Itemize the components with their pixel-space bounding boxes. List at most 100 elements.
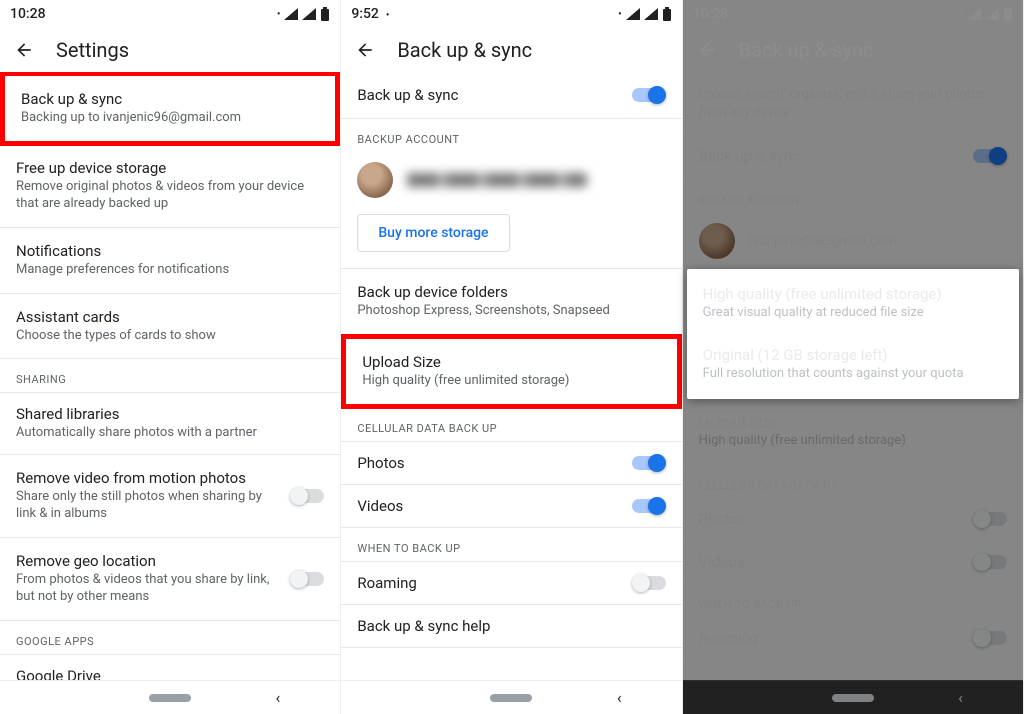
toggle-cellular-videos[interactable] <box>632 497 666 515</box>
setting-cellular-videos[interactable]: Videos <box>341 485 681 528</box>
section-header-when: When to Back Up <box>683 584 1023 617</box>
setting-title: Back up device folders <box>357 283 665 301</box>
setting-device-folders[interactable]: Back up device folders Photoshop Express… <box>341 269 681 335</box>
status-time: 10:28 <box>693 6 729 22</box>
setting-upload-size[interactable]: Upload Size High quality (free unlimited… <box>341 334 681 409</box>
setting-backup-sync[interactable]: Back up & sync Backing up to ivanjenic96… <box>0 72 340 146</box>
signal-icon <box>284 8 298 20</box>
status-bar: 9:52 • • <box>341 0 681 28</box>
toggle-remove-video[interactable] <box>290 487 324 505</box>
setting-upload-size: Upload Size High quality (free unlimited… <box>683 399 1023 465</box>
option-original[interactable]: Original (12 GB storage left) Full resol… <box>687 334 1019 395</box>
nav-back-icon[interactable]: ‹ <box>617 688 622 707</box>
setting-subtitle: Backing up to ivanjenic96@gmail.com <box>21 110 319 127</box>
setting-title: Google Drive <box>16 667 280 680</box>
upload-size-dialog: High quality (free unlimited storage) Gr… <box>687 269 1019 399</box>
setting-subtitle: High quality (free unlimited storage) <box>699 433 1007 450</box>
setting-free-up-storage[interactable]: Free up device storage Remove original p… <box>0 145 340 228</box>
status-time: 9:52 <box>351 6 379 22</box>
setting-cellular-videos: Videos <box>683 541 1023 584</box>
nav-home-pill[interactable] <box>832 694 874 702</box>
option-high-quality[interactable]: High quality (free unlimited storage) Gr… <box>687 273 1019 334</box>
dot-icon: • <box>959 9 963 20</box>
back-arrow-icon[interactable] <box>697 40 717 60</box>
setting-title: Videos <box>357 497 621 515</box>
backup-settings-list: Back up & sync Backup Account Buy more s… <box>341 72 681 680</box>
back-arrow-icon[interactable] <box>14 40 34 60</box>
setting-title: Roaming <box>357 574 621 592</box>
setting-title: Upload Size <box>362 353 660 371</box>
nav-bar: ‹ <box>341 680 681 714</box>
toggle-cellular-videos <box>973 553 1007 571</box>
section-header-cellular: Cellular Data Back Up <box>683 465 1023 498</box>
toggle-cellular-photos[interactable] <box>632 454 666 472</box>
option-title: Original (12 GB storage left) <box>703 346 1003 364</box>
toggle-backup-sync[interactable] <box>632 86 666 104</box>
buy-storage-row: Buy more storage <box>341 208 681 269</box>
setting-title: Remove geo location <box>16 552 280 570</box>
setting-google-drive[interactable]: Google Drive Sync photos & videos from G… <box>0 654 340 680</box>
dot-icon: • <box>386 10 390 21</box>
setting-title: Assistant cards <box>16 308 324 326</box>
setting-remove-video-motion[interactable]: Remove video from motion photos Share on… <box>0 455 340 538</box>
page-title: Back up & sync <box>739 38 874 62</box>
setting-roaming[interactable]: Roaming <box>341 561 681 605</box>
setting-title: Roaming <box>699 629 963 647</box>
setting-subtitle: Photoshop Express, Screenshots, Snapseed <box>357 303 665 320</box>
back-arrow-icon[interactable] <box>355 40 375 60</box>
battery-icon <box>1003 7 1013 21</box>
signal-icon <box>985 8 999 20</box>
section-header-google-apps: Google Apps <box>0 621 340 654</box>
signal-icon <box>967 8 981 20</box>
toggle-roaming[interactable] <box>632 574 666 592</box>
toggle-cellular-photos <box>973 510 1007 528</box>
nav-back-icon[interactable]: ‹ <box>276 688 281 707</box>
option-subtitle: Full resolution that counts against your… <box>703 366 1003 383</box>
toggle-roaming <box>973 629 1007 647</box>
option-title: High quality (free unlimited storage) <box>703 285 1003 303</box>
status-bar: 10:28 • <box>0 0 340 28</box>
setting-subtitle: From photos & videos that you share by l… <box>16 572 280 606</box>
account-email: ivanjenic96@gmail.com <box>749 233 898 249</box>
page-title: Back up & sync <box>397 38 532 62</box>
setting-roaming: Roaming <box>683 617 1023 660</box>
setting-shared-libraries[interactable]: Shared libraries Automatically share pho… <box>0 392 340 455</box>
page-title: Settings <box>56 38 129 62</box>
account-email-blurred <box>407 173 587 187</box>
account-row: ivanjenic96@gmail.com <box>683 213 1023 269</box>
status-icons: • <box>618 7 672 21</box>
setting-title: Back up & sync help <box>357 617 665 635</box>
status-icons: • <box>277 7 331 21</box>
settings-list: Back up & sync Backing up to ivanjenic96… <box>0 72 340 680</box>
setting-notifications[interactable]: Notifications Manage preferences for not… <box>0 228 340 294</box>
setting-backup-sync-toggle-row[interactable]: Back up & sync <box>341 72 681 119</box>
section-header-backup-account: Backup Account <box>341 119 681 152</box>
buy-more-storage-button[interactable]: Buy more storage <box>357 214 509 252</box>
setting-title: Notifications <box>16 242 324 260</box>
setting-cellular-photos: Photos <box>683 498 1023 541</box>
toggle-remove-geo[interactable] <box>290 570 324 588</box>
app-header: Back up & sync <box>683 28 1023 72</box>
nav-home-pill[interactable] <box>149 694 191 702</box>
setting-subtitle: Choose the types of cards to show <box>16 328 324 345</box>
screen-upload-size-dialog: 10:28 • Back up & sync Upload, search, o… <box>683 0 1024 714</box>
setting-subtitle: Manage preferences for notifications <box>16 262 324 279</box>
setting-title: Back up & sync <box>357 86 621 104</box>
nav-back-icon[interactable]: ‹ <box>958 688 963 707</box>
setting-cellular-photos[interactable]: Photos <box>341 441 681 485</box>
setting-help[interactable]: Back up & sync help <box>341 605 681 648</box>
setting-subtitle: Automatically share photos with a partne… <box>16 425 324 442</box>
setting-remove-geo[interactable]: Remove geo location From photos & videos… <box>0 538 340 621</box>
nav-bar: ‹ <box>0 680 340 714</box>
nav-home-pill[interactable] <box>490 694 532 702</box>
app-header: Settings <box>0 28 340 72</box>
signal-icon <box>644 8 658 20</box>
account-row[interactable] <box>341 152 681 208</box>
setting-subtitle: Share only the still photos when sharing… <box>16 489 280 523</box>
signal-icon <box>302 8 316 20</box>
setting-title: Back up & sync <box>699 147 963 165</box>
section-header-when: When to Back Up <box>341 528 681 561</box>
setting-assistant-cards[interactable]: Assistant cards Choose the types of card… <box>0 294 340 360</box>
dot-icon: • <box>277 9 281 20</box>
setting-title: Videos <box>699 553 963 571</box>
